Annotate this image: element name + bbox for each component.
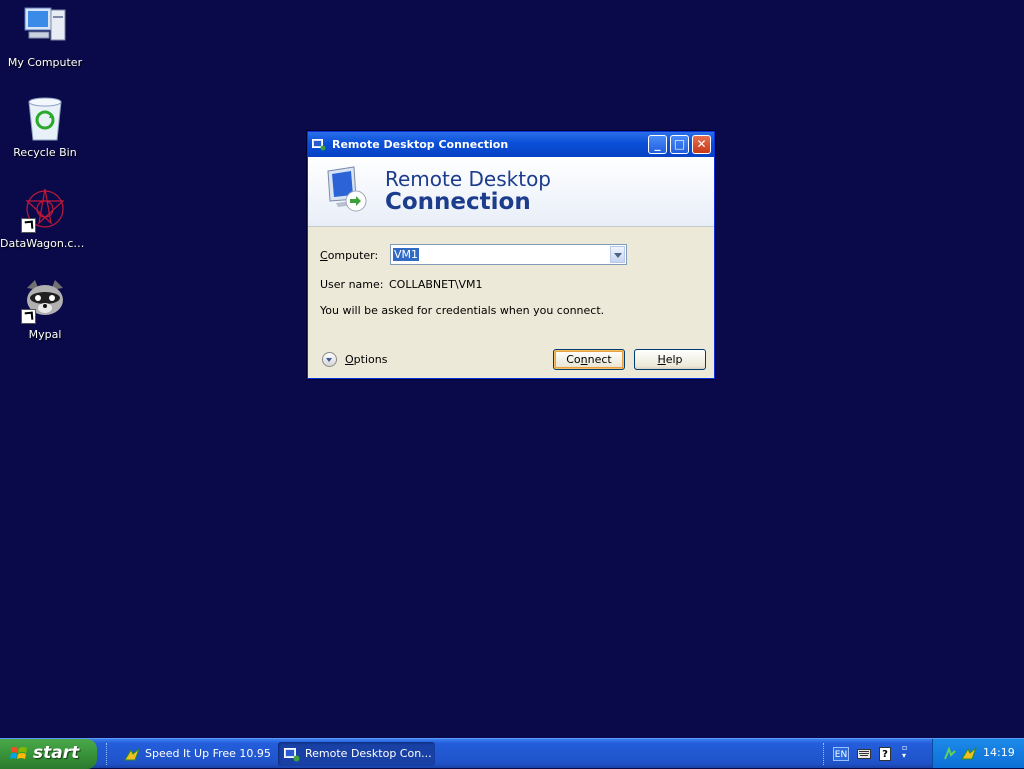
window-body: Computer: VM1 User name: COLLABNET\VM1 Y… xyxy=(308,227,714,378)
window-banner: Remote Desktop Connection xyxy=(308,157,714,227)
shortcut-arrow-icon xyxy=(21,218,36,233)
system-tray: 14:19 xyxy=(932,739,1024,768)
speed-it-up-tray-icon[interactable] xyxy=(961,746,978,764)
recycle-bin-icon xyxy=(21,94,69,142)
connect-accel: n xyxy=(580,353,588,366)
computer-label-accel: C xyxy=(320,249,328,262)
maximize-icon: □ xyxy=(673,137,686,151)
task-label: Speed It Up Free 10.95 xyxy=(145,747,271,760)
connect-text-rest: nect xyxy=(587,353,612,366)
info-text: You will be asked for credentials when y… xyxy=(320,304,605,317)
desktop-icon-mypal[interactable]: Mypal xyxy=(0,276,90,341)
banner-title-line1: Remote Desktop xyxy=(385,167,552,191)
desktop-icon-label: Mypal xyxy=(28,328,62,341)
remote-desktop-icon xyxy=(312,138,326,151)
windows-flag-icon xyxy=(10,745,28,763)
mypal-raccoon-icon xyxy=(21,276,69,324)
desktop-icon-label: Recycle Bin xyxy=(13,146,77,159)
options-accel: O xyxy=(345,353,354,366)
computer-combobox[interactable]: VM1 xyxy=(390,244,627,265)
desktop-icon-label: My Computer xyxy=(7,56,83,69)
minimize-icon: _ xyxy=(654,137,661,151)
datawagon-icon xyxy=(21,185,69,233)
clock[interactable]: 14:19 xyxy=(983,746,1015,759)
remote-desktop-icon xyxy=(284,747,300,762)
window-titlebar[interactable]: Remote Desktop Connection _ □ ✕ xyxy=(308,132,714,157)
start-button[interactable]: start xyxy=(0,739,97,769)
window-title: Remote Desktop Connection xyxy=(332,138,509,151)
connect-button[interactable]: Connect xyxy=(553,349,625,370)
help-accel: H xyxy=(657,353,666,366)
options-expand-icon[interactable] xyxy=(322,352,337,367)
desktop-icon-my-computer[interactable]: My Computer xyxy=(0,4,90,69)
start-label: start xyxy=(33,743,80,763)
username-label: User name: xyxy=(320,278,384,291)
speed-it-up-icon xyxy=(124,747,141,761)
desktop-icon-label: DataWagon.co... xyxy=(0,237,90,250)
my-computer-icon xyxy=(21,4,69,52)
keyboard-icon[interactable] xyxy=(857,749,871,762)
taskbar-item-speed-it-up[interactable]: Speed It Up Free 10.95 xyxy=(118,742,273,766)
desktop-icon-datawagon[interactable]: DataWagon.co... xyxy=(0,185,90,250)
close-button[interactable]: ✕ xyxy=(692,135,711,154)
computer-label: Computer: xyxy=(320,249,378,262)
help-button[interactable]: Help xyxy=(634,349,706,370)
close-icon: ✕ xyxy=(696,137,707,151)
taskbar-grip[interactable] xyxy=(106,743,111,765)
remote-desktop-window: Remote Desktop Connection _ □ ✕ Remote D… xyxy=(307,131,715,379)
computer-label-text: omputer: xyxy=(327,249,379,262)
options-link[interactable]: Options xyxy=(345,353,387,366)
network-icon[interactable] xyxy=(943,746,957,764)
tray-options-icon[interactable]: ▫ ▾ xyxy=(902,744,907,760)
options-text: ptions xyxy=(353,353,388,366)
computer-value: VM1 xyxy=(393,248,420,261)
banner-title-line2: Connection xyxy=(385,189,531,215)
chevron-down-icon[interactable] xyxy=(610,246,625,263)
maximize-button[interactable]: □ xyxy=(670,135,689,154)
task-label: Remote Desktop Con... xyxy=(305,747,432,760)
help-text: elp xyxy=(665,353,683,366)
help-question-icon[interactable]: ? xyxy=(879,747,891,761)
connect-text-pre: Co xyxy=(566,353,581,366)
shortcut-arrow-icon xyxy=(21,309,36,324)
taskbar-item-remote-desktop[interactable]: Remote Desktop Con... xyxy=(278,742,435,766)
remote-desktop-monitor-icon xyxy=(322,165,372,215)
tray-grip[interactable] xyxy=(823,743,828,765)
username-value: COLLABNET\VM1 xyxy=(389,278,483,291)
language-indicator[interactable]: EN xyxy=(833,747,849,761)
taskbar: start Speed It Up Free 10.95 Remote Desk… xyxy=(0,738,1024,769)
desktop-icon-recycle-bin[interactable]: Recycle Bin xyxy=(0,94,90,159)
minimize-button[interactable]: _ xyxy=(648,135,667,154)
